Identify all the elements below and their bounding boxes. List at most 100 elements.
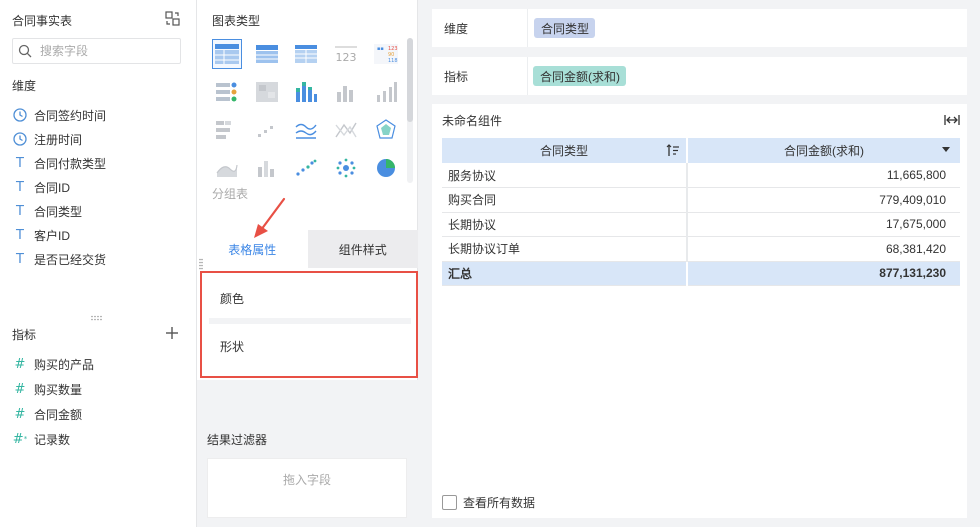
measure-field[interactable]: # 购买数量 (12, 378, 82, 400)
dimension-field[interactable]: T 合同付款类型 (12, 152, 106, 174)
kpi-number-icon[interactable]: 123 (331, 39, 361, 69)
line-chart-icon[interactable] (291, 115, 321, 145)
expand-width-icon[interactable] (944, 114, 960, 126)
total-value: 877,131,230 (687, 261, 960, 286)
radar-chart-icon[interactable] (371, 115, 401, 145)
heatmap-icon[interactable] (252, 77, 282, 107)
data-table: 合同类型 合同金额(求和) 服务协议 11,665,800 购买合同 779,4… (442, 138, 960, 286)
pivot-table-icon[interactable] (291, 39, 321, 69)
cross-line-icon[interactable] (331, 115, 361, 145)
filter-drop-zone[interactable]: 拖入字段 (207, 458, 407, 518)
measure-shelf: 指标 合同金额(求和) (432, 57, 967, 95)
measure-field[interactable]: # 购买的产品 (12, 353, 94, 375)
table-row: 购买合同 779,409,010 (442, 187, 960, 213)
add-icon[interactable] (164, 325, 180, 341)
resize-handle-icon[interactable] (90, 315, 104, 321)
field-label: 购买数量 (34, 382, 83, 397)
field-label: 客户ID (34, 228, 71, 243)
divider (209, 318, 411, 324)
horizontal-bar-icon[interactable] (212, 115, 242, 145)
cell-amount: 779,409,010 (687, 187, 960, 213)
number-type-icon: # (14, 406, 26, 422)
svg-text:▪▪: ▪▪ (377, 46, 384, 52)
text-type-icon: T (16, 179, 24, 195)
show-all-label: 查看所有数据 (463, 496, 536, 510)
show-all-data-toggle[interactable]: 查看所有数据 (442, 494, 535, 511)
cell-type: 购买合同 (442, 187, 688, 213)
clock-icon (13, 132, 27, 146)
measure-field[interactable]: # * 记录数 (12, 428, 70, 450)
field-label: 合同金额 (34, 407, 83, 422)
search-icon (18, 44, 32, 58)
field-label: 注册时间 (34, 132, 83, 147)
divider (527, 9, 528, 47)
tab-component-style[interactable]: 组件样式 (307, 230, 418, 268)
pie-chart-icon[interactable] (371, 153, 401, 183)
cell-type: 服务协议 (442, 163, 688, 188)
sort-icon[interactable] (666, 144, 680, 157)
shape-property[interactable]: 形状 (209, 326, 411, 366)
dimension-field[interactable]: T 客户ID (12, 224, 70, 246)
measure-shelf-label: 指标 (444, 69, 469, 84)
dimension-pill[interactable]: 合同类型 (534, 18, 596, 38)
dimension-field[interactable]: T 合同类型 (12, 200, 82, 222)
measure-pill[interactable]: 合同金额(求和) (533, 66, 626, 86)
dataset-title: 合同事实表 (12, 14, 73, 28)
header-label: 合同金额(求和) (784, 144, 864, 158)
cell-amount: 68,381,420 (687, 236, 960, 262)
field-label: 是否已经交货 (34, 252, 107, 267)
area-chart-icon[interactable] (212, 153, 242, 183)
table-total-row: 汇总 877,131,230 (442, 261, 960, 286)
bubble-chart-icon[interactable] (331, 153, 361, 183)
cell-amount: 17,675,000 (687, 212, 960, 237)
grouped-bar-icon[interactable] (371, 77, 401, 107)
bar-chart-icon[interactable] (331, 77, 361, 107)
text-type-icon: T (16, 251, 24, 267)
scatter-chart-icon[interactable] (291, 153, 321, 183)
widget-card: 未命名组件 合同类型 合同金额(求和) 服务协议 11,665,800 购买合同… (432, 104, 967, 518)
search-input[interactable] (40, 42, 175, 60)
chart-type-label: 图表类型 (212, 14, 261, 28)
chart-group-label: 分组表 (212, 187, 249, 201)
vertical-grip-icon[interactable] (199, 258, 203, 270)
header-label: 合同类型 (539, 144, 588, 158)
column-header-contract-type[interactable]: 合同类型 (442, 138, 688, 163)
table-chart-icon[interactable] (212, 39, 242, 69)
scatter-small-icon[interactable] (252, 115, 282, 145)
measure-field[interactable]: # 合同金额 (12, 403, 82, 425)
dimension-shelf: 维度 合同类型 (432, 9, 967, 47)
cell-amount: 11,665,800 (687, 163, 960, 188)
arrow-annotation-icon (254, 197, 286, 238)
divider (527, 57, 528, 95)
cell-type: 长期协议订单 (442, 236, 688, 262)
table-row: 服务协议 11,665,800 (442, 163, 960, 188)
text-type-icon: T (16, 155, 24, 171)
dimension-field[interactable]: 注册时间 (12, 128, 82, 150)
stacked-bar-icon[interactable] (291, 77, 321, 107)
svg-text:118: 118 (388, 58, 398, 64)
color-property[interactable]: 颜色 (209, 278, 411, 318)
text-type-icon: T (16, 227, 24, 243)
field-label: 购买的产品 (34, 357, 95, 372)
detail-table-icon[interactable] (252, 39, 282, 69)
switch-dataset-icon[interactable] (165, 11, 180, 26)
dimensions-section-label: 维度 (12, 79, 37, 93)
divider (197, 380, 418, 418)
field-search-box[interactable] (12, 38, 181, 64)
dimension-field[interactable]: T 合同ID (12, 176, 70, 198)
column-header-amount[interactable]: 合同金额(求和) (687, 138, 960, 163)
dimension-field[interactable]: 合同签约时间 (12, 104, 106, 126)
svg-text:123: 123 (336, 51, 357, 64)
box-plot-icon[interactable] (252, 153, 282, 183)
scrollbar-thumb[interactable] (407, 38, 413, 122)
show-all-checkbox[interactable] (442, 495, 457, 510)
cell-type: 长期协议 (442, 212, 688, 237)
number-type-icon: # (14, 381, 26, 397)
dimension-field[interactable]: T 是否已经交货 (12, 248, 106, 270)
table-row: 长期协议订单 68,381,420 (442, 236, 960, 262)
kpi-card-icon[interactable]: ▪▪ 123 90 118 (371, 39, 401, 69)
widget-title[interactable]: 未命名组件 (442, 112, 502, 129)
text-type-icon: T (16, 203, 24, 219)
caret-down-icon[interactable] (942, 147, 950, 153)
indicator-list-icon[interactable] (212, 77, 242, 107)
